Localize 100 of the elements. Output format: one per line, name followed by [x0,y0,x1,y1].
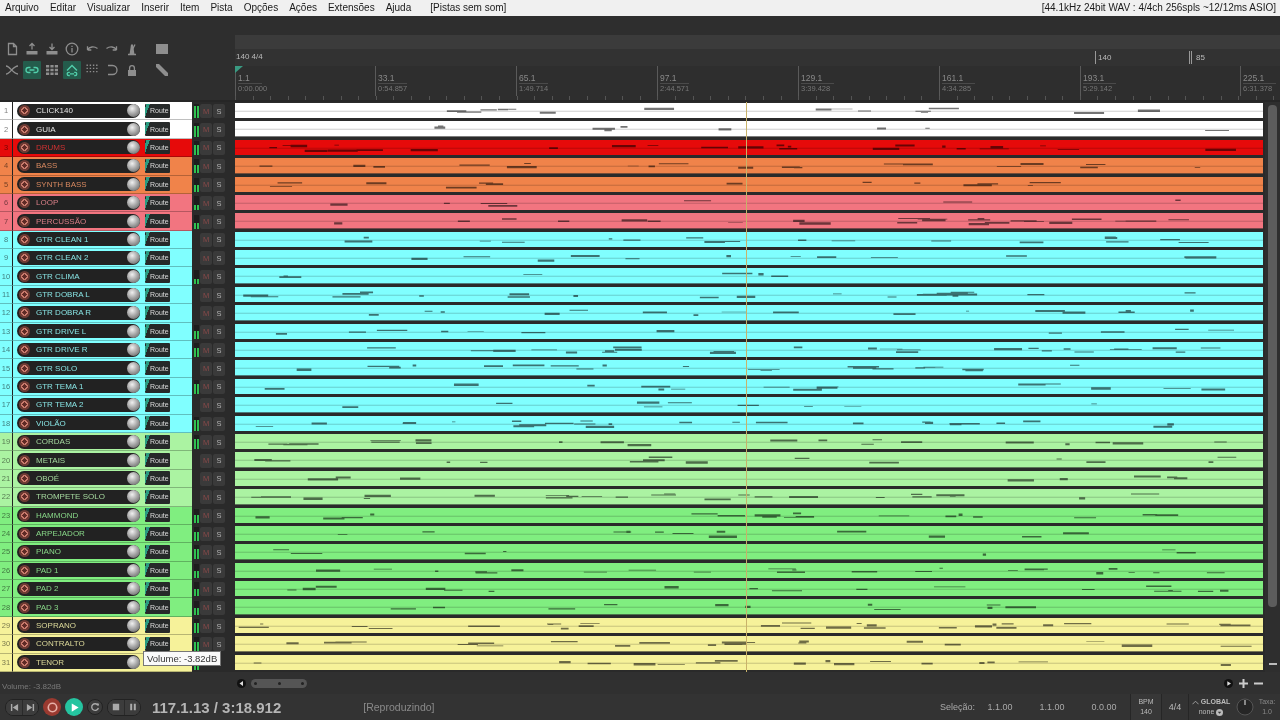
volume-knob-icon[interactable] [127,545,140,559]
audio-clip[interactable] [235,250,1263,266]
record-button[interactable] [43,698,61,716]
volume-knob-icon[interactable] [127,361,140,375]
snap-icon[interactable] [63,61,81,79]
audio-clip[interactable] [235,176,1263,192]
track-name-bar[interactable]: BASS [17,158,140,173]
volume-knob-icon[interactable] [127,563,140,577]
audio-clip[interactable] [235,397,1263,413]
volume-knob-icon[interactable] [127,269,140,283]
track-name-bar[interactable]: TENOR [17,655,140,670]
track-name-bar[interactable]: GTR DOBRA R [17,305,140,320]
track-name-bar[interactable]: PAD 3 [17,600,140,615]
track-name-bar[interactable]: GTR CLIMA [17,269,140,284]
volume-knob-icon[interactable] [127,177,140,191]
volume-knob-icon[interactable] [127,527,140,541]
menu-item[interactable]: Editar [49,1,77,15]
time-signature[interactable]: 4/4 [1168,702,1182,712]
audio-clip[interactable] [235,452,1263,468]
audio-clip[interactable] [235,581,1263,597]
repeat-button[interactable] [87,699,103,715]
record-arm-icon[interactable] [19,289,30,301]
audio-clip[interactable] [235,158,1263,174]
volume-knob-icon[interactable] [127,214,140,228]
scrollbar-thumb[interactable] [1268,105,1277,607]
volume-knob-icon[interactable] [127,490,140,504]
audio-clip[interactable] [235,286,1263,303]
selection-value[interactable]: 1.1.00 [1032,702,1072,712]
volume-knob-icon[interactable] [127,306,140,320]
volume-knob-icon[interactable] [127,435,140,449]
record-arm-icon[interactable] [19,344,30,356]
volume-knob-icon[interactable] [127,251,140,265]
volume-knob-icon[interactable] [127,508,140,522]
record-arm-icon[interactable] [19,160,30,172]
menu-item[interactable]: Visualizar [87,1,131,15]
track-name-bar[interactable]: VIOLÃO [17,416,140,431]
audio-clip[interactable] [235,139,1263,156]
plus-icon[interactable] [1239,678,1248,688]
record-arm-icon[interactable] [19,472,30,484]
track-name-bar[interactable]: GTR TEMA 1 [17,379,140,394]
record-arm-icon[interactable] [19,215,30,227]
go-to-start-button[interactable] [6,699,22,715]
audio-clip[interactable] [235,378,1263,395]
volume-knob-icon[interactable] [127,655,140,669]
audio-clip[interactable] [235,654,1263,670]
track-name-bar[interactable]: PAD 1 [17,563,140,578]
menu-item[interactable]: Ajuda [385,1,412,15]
volume-knob-icon[interactable] [127,232,140,246]
audio-clip[interactable] [235,525,1263,542]
track-name-bar[interactable]: CORDAS [17,434,140,449]
volume-knob-icon[interactable] [127,196,140,210]
track-name-bar[interactable]: GTR CLEAN 1 [17,232,140,247]
audio-clip[interactable] [235,360,1263,376]
record-arm-icon[interactable] [19,233,30,245]
audio-clip[interactable] [235,507,1263,523]
audio-clip[interactable] [235,231,1263,248]
pause-button[interactable] [124,699,140,715]
record-arm-icon[interactable] [19,325,30,337]
ruler-icon[interactable] [153,61,171,79]
record-arm-icon[interactable] [19,638,30,650]
track-name-bar[interactable]: PERCUSSÃO [17,214,140,228]
audio-clip[interactable] [235,470,1263,487]
record-arm-icon[interactable] [19,546,30,558]
track-name-bar[interactable]: SOPRANO [17,618,140,633]
record-arm-icon[interactable] [19,178,30,190]
volume-knob-icon[interactable] [127,398,140,412]
record-arm-icon[interactable] [19,123,30,135]
dropdown-icon[interactable] [1216,708,1224,716]
volume-knob-icon[interactable] [127,122,140,136]
play-circle-icon[interactable] [1224,678,1233,688]
record-arm-icon[interactable] [19,509,30,521]
track-name-bar[interactable]: GTR DRIVE L [17,324,140,339]
audio-clip[interactable] [235,121,1263,137]
scroll-left-icon[interactable] [237,678,246,688]
menu-item[interactable]: Arquivo [5,1,39,15]
volume-knob-icon[interactable] [127,637,140,651]
audio-clip[interactable] [235,305,1263,321]
volume-knob-icon[interactable] [127,380,140,393]
audio-clip[interactable] [235,433,1263,450]
record-arm-icon[interactable] [19,601,30,613]
record-arm-icon[interactable] [19,270,30,282]
volume-knob-icon[interactable] [127,159,140,173]
track-name-bar[interactable]: HAMMOND [17,508,140,523]
audio-clip[interactable] [235,103,1263,119]
record-arm-icon[interactable] [19,454,30,466]
link-icon[interactable] [23,61,41,79]
record-arm-icon[interactable] [19,491,30,503]
audio-clip[interactable] [235,268,1263,284]
track-name-bar[interactable]: ARPEJADOR [17,526,140,541]
track-name-bar[interactable]: GTR TEMA 2 [17,397,140,412]
audio-clip[interactable] [235,562,1263,579]
record-arm-icon[interactable] [19,197,30,209]
volume-knob-icon[interactable] [127,324,140,338]
track-name-bar[interactable]: PIANO [17,544,140,559]
menu-item[interactable]: Opções [243,1,279,15]
record-arm-icon[interactable] [19,362,30,374]
audio-clip[interactable] [235,617,1263,634]
record-arm-icon[interactable] [19,656,30,668]
record-arm-icon[interactable] [19,528,30,540]
track-name-bar[interactable]: GTR DOBRA L [17,287,140,302]
